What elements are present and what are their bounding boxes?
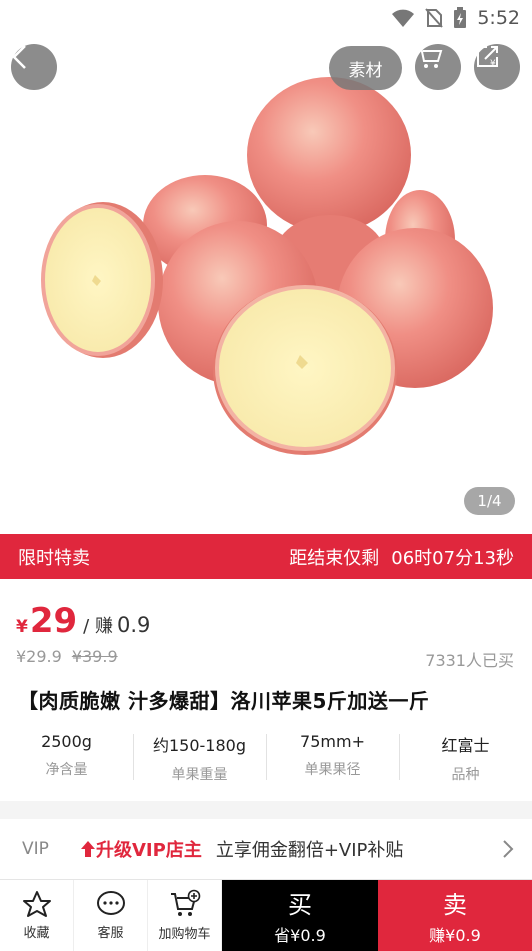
spec-item: 红富士 品种	[399, 732, 532, 783]
product-info: ¥ 29 / 赚 0.9 ¥29.9 ¥39.9 7331人已买 【肉质脆嫩 汁…	[0, 579, 532, 801]
buy-savings: 省¥0.9	[274, 926, 326, 945]
spec-item: 2500g 净含量	[0, 732, 133, 782]
sub-price-row: ¥29.9 ¥39.9	[16, 647, 118, 666]
chevron-right-icon	[503, 840, 514, 858]
cart-add-icon	[170, 889, 200, 916]
currency-symbol: ¥	[16, 617, 28, 637]
spec-label: 单果果径	[304, 762, 361, 778]
cart-button[interactable]	[415, 44, 461, 90]
flash-sale-banner: 限时特卖 距结束仅剩 06时07分13秒	[0, 534, 532, 579]
original-price: ¥39.9	[71, 647, 118, 666]
svg-text:¥: ¥	[490, 59, 496, 69]
material-button[interactable]: 素材	[329, 46, 402, 90]
share-button[interactable]: ¥	[474, 44, 520, 90]
favorite-button[interactable]: 收藏	[0, 880, 74, 951]
arrow-up-icon	[81, 841, 95, 857]
service-label: 客服	[97, 926, 124, 941]
spec-label: 单果重量	[171, 767, 228, 783]
vip-upgrade: 升级VIP店主	[80, 836, 202, 862]
star-icon	[22, 891, 51, 917]
cart-icon	[417, 46, 443, 68]
add-cart-label: 加购物车	[158, 927, 211, 942]
status-bar: 5:52	[0, 0, 532, 36]
vip-description: 立享佣金翻倍+VIP补贴	[215, 840, 404, 861]
battery-charging-icon	[454, 7, 467, 28]
vip-upgrade-row[interactable]: VIP 升级VIP店主 立享佣金翻倍+VIP补贴	[0, 819, 532, 879]
sell-label: 卖	[443, 891, 467, 919]
earn-value: 0.9	[116, 613, 151, 637]
spec-value: 75mm+	[300, 732, 365, 751]
back-button[interactable]	[11, 44, 57, 90]
favorite-label: 收藏	[23, 926, 50, 941]
image-page-indicator: 1/4	[464, 487, 515, 515]
earn-label: / 赚	[83, 616, 113, 637]
wifi-icon	[392, 9, 415, 27]
bottom-action-bar: 收藏 客服 加购物车 买 省¥0.9 卖 赚¥0.9	[0, 879, 532, 951]
spec-list: 2500g 净含量 约150-180g 单果重量 75mm+ 单果果径 红富士 …	[0, 732, 532, 783]
product-title: 【肉质脆嫩 汁多爆甜】洛川苹果5斤加送一斤	[18, 689, 430, 713]
countdown-label: 距结束仅剩	[289, 547, 380, 569]
sell-earnings: 赚¥0.9	[429, 926, 481, 945]
countdown-timer: 06时07分13秒	[391, 547, 514, 569]
spec-label: 净含量	[45, 762, 88, 778]
sell-button[interactable]: 卖 赚¥0.9	[378, 880, 532, 951]
product-image-gallery[interactable]: 素材 ¥ 1/4	[0, 0, 532, 534]
spec-label: 品种	[451, 767, 480, 783]
status-time: 5:52	[477, 7, 520, 29]
share-edit-icon: ¥	[477, 46, 498, 69]
chat-icon	[96, 891, 125, 915]
spec-item: 75mm+ 单果果径	[266, 732, 399, 782]
spec-value: 约150-180g	[152, 736, 246, 755]
vip-tag: VIP	[22, 839, 49, 859]
chevron-left-icon	[12, 45, 26, 69]
no-sim-icon	[425, 8, 444, 28]
spec-value: 红富士	[441, 736, 490, 755]
buy-label: 买	[288, 891, 312, 919]
spec-item: 约150-180g 单果重量	[133, 732, 266, 783]
buy-button[interactable]: 买 省¥0.9	[222, 880, 378, 951]
sold-count: 7331人已买	[425, 651, 514, 670]
customer-service-button[interactable]: 客服	[74, 880, 148, 951]
flash-sale-title: 限时特卖	[18, 547, 90, 569]
current-price: 29	[29, 601, 78, 641]
vip-upgrade-label: 升级VIP店主	[96, 840, 202, 861]
member-price: ¥29.9	[16, 647, 62, 666]
add-to-cart-button[interactable]: 加购物车	[148, 880, 222, 951]
spec-value: 2500g	[41, 732, 92, 751]
price-row: ¥ 29 / 赚 0.9	[16, 601, 150, 641]
